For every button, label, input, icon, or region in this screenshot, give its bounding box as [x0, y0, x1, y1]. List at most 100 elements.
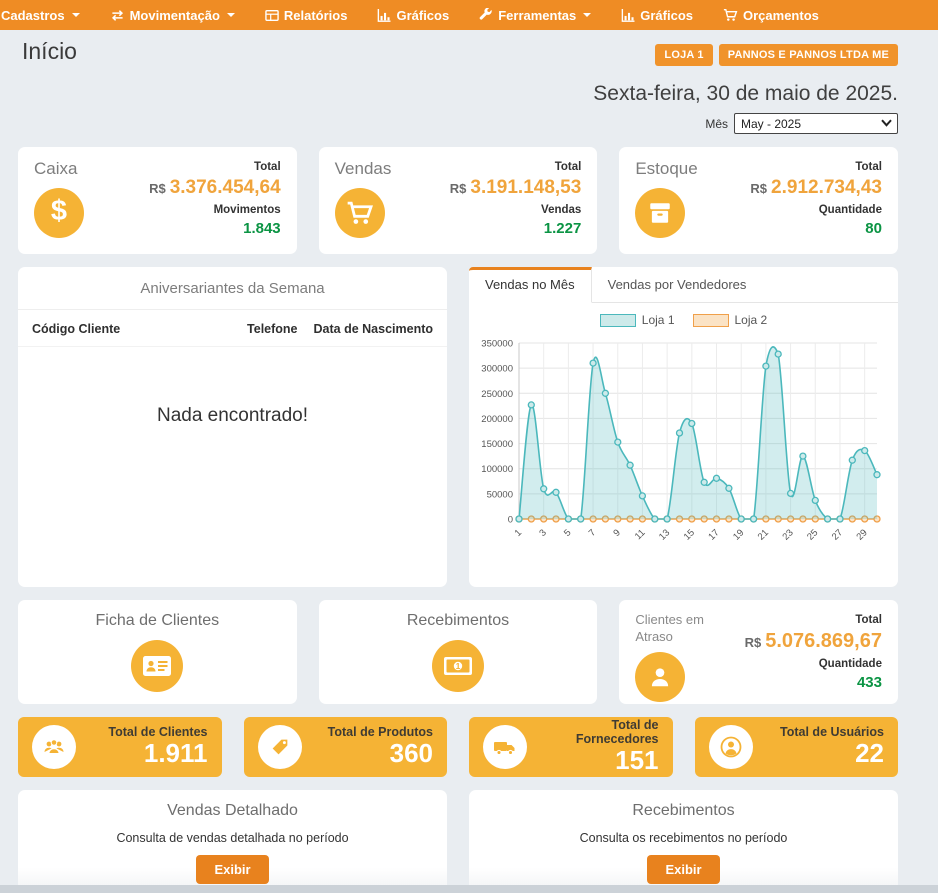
store-badge[interactable]: LOJA 1	[655, 44, 712, 66]
card-title: Recebimentos	[319, 612, 598, 630]
stat-label: Total de Fornecedores	[527, 718, 659, 747]
exibir-button[interactable]: Exibir	[196, 855, 268, 884]
users-icon	[32, 725, 76, 769]
box-icon	[635, 188, 685, 238]
total-usuarios-card: Total de Usuários 22	[695, 717, 899, 777]
legend-swatch	[600, 314, 636, 327]
nav-item-cadastros[interactable]: Cadastros	[0, 0, 95, 30]
page-title: Início	[22, 38, 77, 65]
currency-label: R$	[750, 181, 767, 196]
svg-text:300000: 300000	[481, 364, 513, 375]
total-label: Total	[745, 613, 882, 627]
id-card-icon	[131, 640, 183, 692]
vendas-detalhado-panel: Vendas Detalhado Consulta de vendas deta…	[18, 790, 447, 893]
count-value: 1.843	[149, 220, 281, 239]
month-select[interactable]: May - 2025	[734, 113, 898, 134]
chart-legend: Loja 1 Loja 2	[469, 313, 898, 327]
count-label: Vendas	[450, 203, 582, 217]
wrench-icon	[479, 8, 493, 22]
svg-text:200000: 200000	[481, 414, 513, 425]
tab-vendas-no-mes[interactable]: Vendas no Mês	[469, 267, 592, 303]
nav-label: Relatórios	[284, 8, 348, 23]
nav-item-graficos[interactable]: Gráficos	[362, 0, 464, 30]
chevron-down-icon	[583, 13, 591, 17]
legend-label: Loja 2	[735, 313, 768, 327]
panel-description: Consulta de vendas detalhada no período	[18, 831, 447, 845]
nav-item-ferramentas[interactable]: Ferramentas	[464, 0, 606, 30]
svg-text:0: 0	[508, 515, 513, 526]
nav-item-graficos-2[interactable]: Gráficos	[606, 0, 708, 30]
svg-text:3: 3	[537, 527, 549, 539]
caixa-card: Caixa $ Total R$3.376.454,64 Movimentos …	[18, 147, 297, 254]
total-value: 3.376.454,64	[170, 177, 281, 198]
top-navbar: Cadastros Movimentação Relatórios Gráfic…	[0, 0, 938, 30]
clientes-atraso-card: Clientes em Atraso Total R$5.076.869,67 …	[619, 600, 898, 704]
birthdays-panel: Aniversariantes da Semana Código Cliente…	[18, 267, 447, 587]
svg-text:100000: 100000	[481, 464, 513, 475]
nav-label: Movimentação	[130, 8, 220, 23]
panel-description: Consulta os recebimentos no período	[469, 831, 898, 845]
total-value: 5.076.869,67	[765, 630, 882, 652]
month-select-wrap: May - 2025	[734, 113, 898, 134]
total-clientes-card: Total de Clientes 1.911	[18, 717, 222, 777]
truck-icon	[483, 725, 527, 769]
total-label: Total	[750, 160, 882, 174]
stat-value: 1.911	[108, 739, 207, 769]
svg-text:23: 23	[780, 527, 795, 542]
count-value: 80	[750, 220, 882, 239]
column-header-telefone: Telefone	[247, 322, 297, 336]
total-value: 3.191.148,53	[470, 177, 581, 198]
stat-value: 360	[328, 739, 433, 769]
nav-item-relatorios[interactable]: Relatórios	[250, 0, 363, 30]
column-header-codigo-cliente: Código Cliente	[32, 322, 120, 336]
exibir-button[interactable]: Exibir	[647, 855, 719, 884]
recebimentos-card[interactable]: Recebimentos 1	[319, 600, 598, 704]
currency-label: R$	[745, 635, 762, 650]
tab-vendas-por-vendedores[interactable]: Vendas por Vendedores	[592, 267, 763, 302]
legend-swatch	[693, 314, 729, 327]
bar-chart-icon	[377, 9, 391, 22]
svg-text:9: 9	[611, 527, 623, 539]
ficha-clientes-card[interactable]: Ficha de Clientes	[18, 600, 297, 704]
cart-icon	[335, 188, 385, 238]
svg-text:11: 11	[633, 527, 648, 542]
nav-label: Ferramentas	[498, 8, 576, 23]
current-date: Sexta-feira, 30 de maio de 2025.	[18, 82, 898, 106]
count-value: 433	[745, 674, 882, 693]
svg-text:17: 17	[706, 527, 721, 542]
money-bill-icon: 1	[432, 640, 484, 692]
card-title: Vendas	[335, 159, 392, 179]
user-circle-icon	[709, 725, 753, 769]
sales-tabbar: Vendas no Mês Vendas por Vendedores	[469, 267, 898, 303]
sales-chart-block: Vendas no Mês Vendas por Vendedores Loja…	[469, 267, 898, 587]
legend-item-loja2[interactable]: Loja 2	[693, 313, 768, 327]
count-value: 1.227	[450, 220, 582, 239]
stat-value: 22	[780, 739, 884, 769]
legend-item-loja1[interactable]: Loja 1	[600, 313, 675, 327]
nav-item-movimentacao[interactable]: Movimentação	[95, 0, 250, 30]
total-label: Total	[450, 160, 582, 174]
nav-item-orcamentos[interactable]: Orçamentos	[708, 0, 834, 30]
company-badge[interactable]: PANNOS E PANNOS LTDA ME	[719, 44, 898, 66]
recebimentos-panel: Recebimentos Consulta os recebimentos no…	[469, 790, 898, 893]
estoque-card: Estoque Total R$2.912.734,43 Quantidade …	[619, 147, 898, 254]
stat-value: 151	[527, 746, 659, 776]
nav-label: Gráficos	[640, 8, 693, 23]
bar-chart-icon	[621, 9, 635, 22]
svg-text:5: 5	[562, 527, 574, 539]
total-produtos-card: Total de Produtos 360	[244, 717, 448, 777]
birthdays-title: Aniversariantes da Semana	[18, 267, 447, 310]
store-badges: LOJA 1 PANNOS E PANNOS LTDA ME	[655, 44, 898, 66]
nav-label: Orçamentos	[743, 8, 819, 23]
nav-label: Cadastros	[1, 8, 65, 23]
empty-message: Nada encontrado!	[18, 405, 447, 427]
svg-text:27: 27	[830, 527, 845, 542]
svg-text:25: 25	[805, 527, 820, 542]
panel-title: Recebimentos	[469, 802, 898, 820]
svg-text:21: 21	[756, 527, 771, 542]
chevron-down-icon	[72, 13, 80, 17]
panel-title: Vendas Detalhado	[18, 802, 447, 820]
stat-label: Total de Usuários	[780, 725, 884, 739]
total-value: 2.912.734,43	[771, 177, 882, 198]
nav-label: Gráficos	[396, 8, 449, 23]
